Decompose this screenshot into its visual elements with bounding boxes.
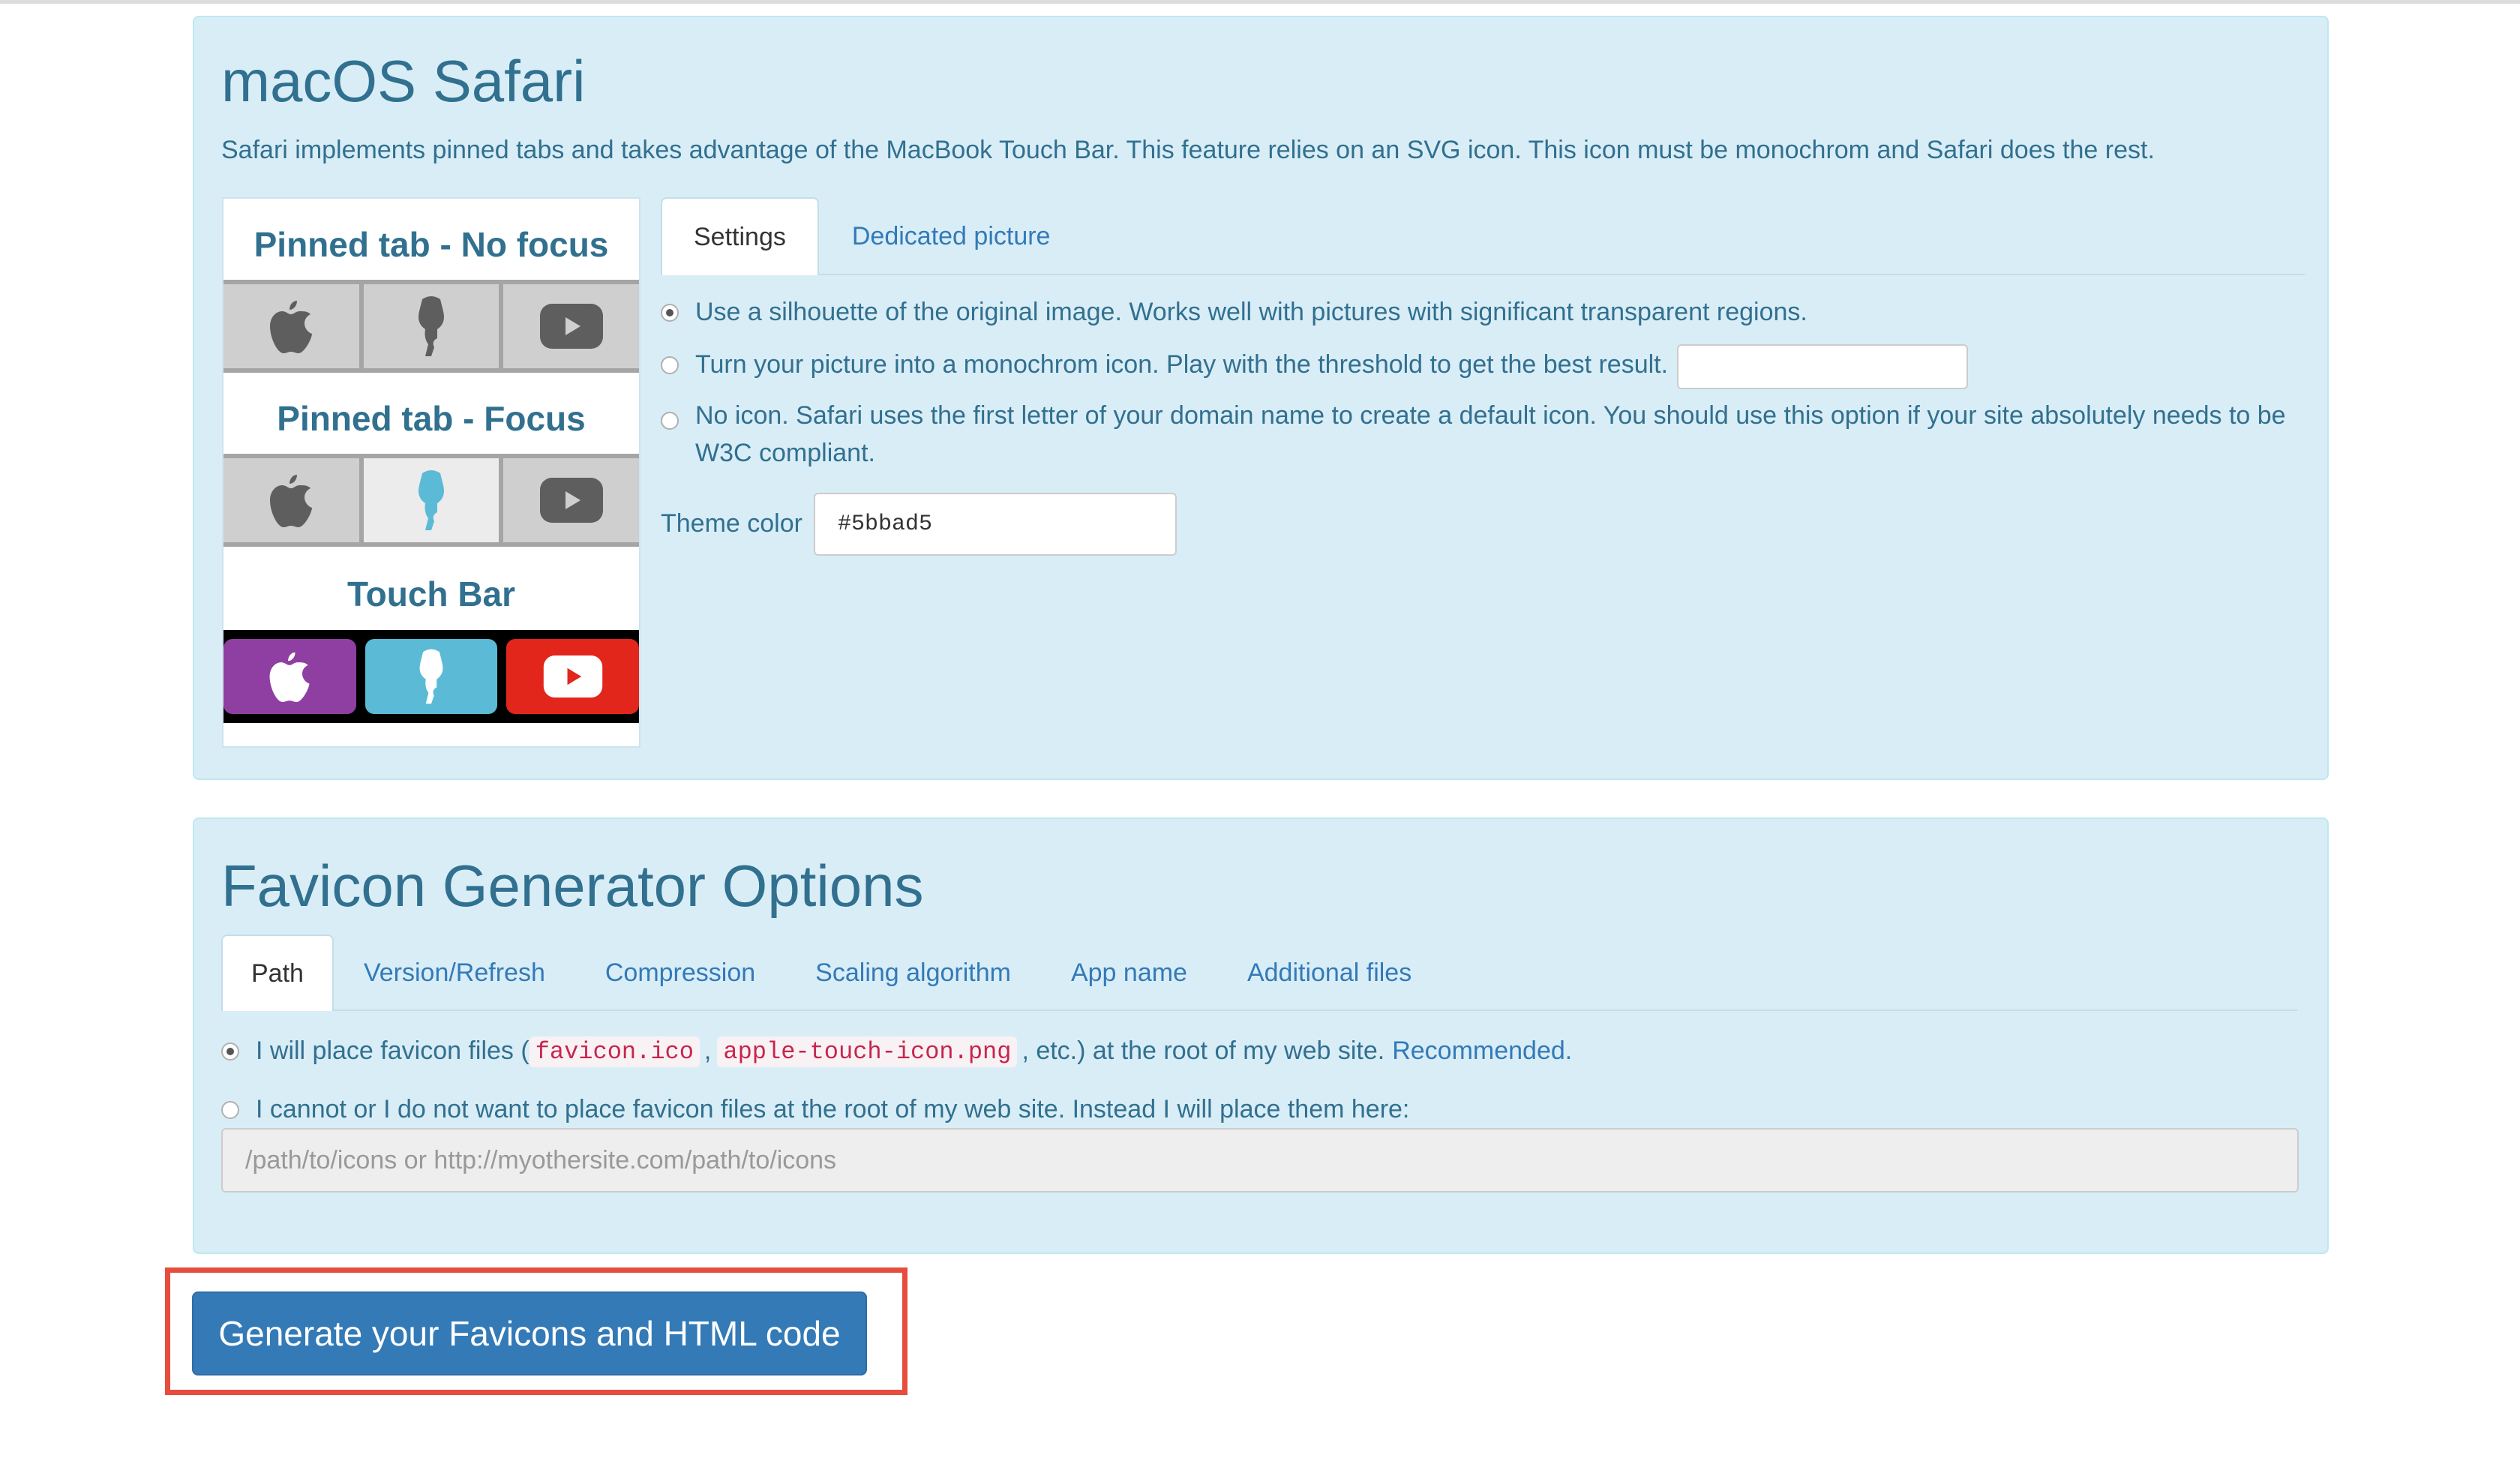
tab-settings[interactable]: Settings	[661, 197, 819, 275]
touch-bar-title: Touch Bar	[346, 574, 516, 614]
tab-app-name[interactable]: App name	[1041, 934, 1217, 1010]
option-silhouette-label: Use a silhouette of the original image. …	[695, 298, 1808, 326]
no-icon-radio[interactable]	[661, 412, 679, 430]
favicon-ico-code: favicon.ico	[529, 1036, 700, 1067]
tab-scaling-algorithm[interactable]: Scaling algorithm	[785, 934, 1041, 1010]
option-silhouette[interactable]: Use a silhouette of the original image. …	[661, 298, 2311, 327]
top-divider	[0, 0, 2520, 4]
pinned-focus-strip	[224, 454, 640, 547]
path-root-option[interactable]: I will place favicon files ( favicon.ico…	[221, 1036, 1572, 1067]
pinned-focus-title: Pinned tab - Focus	[277, 399, 586, 438]
threshold-input[interactable]	[1677, 344, 1969, 389]
favicon-options-panel: Favicon Generator Options Path Version/R…	[193, 818, 2329, 1254]
apple-icon	[224, 458, 359, 542]
touch-bar-strip	[224, 630, 640, 723]
option-monochrome[interactable]: Turn your picture into a monochrom icon.…	[661, 344, 2311, 389]
path-custom-radio[interactable]	[221, 1101, 239, 1119]
tab-dedicated-picture[interactable]: Dedicated picture	[819, 197, 1084, 274]
option-no-icon[interactable]: No icon. Safari uses the first letter of…	[661, 401, 2296, 472]
recommended-link[interactable]: Recommended.	[1392, 1036, 1572, 1066]
apple-touch-icon-code: apple-touch-icon.png	[717, 1036, 1018, 1067]
safari-panel: macOS Safari Safari implements pinned ta…	[193, 16, 2329, 780]
apple-icon	[224, 284, 359, 368]
path-custom-option[interactable]: I cannot or I do not want to place favic…	[221, 1095, 1409, 1124]
option-monochrome-label: Turn your picture into a monochrom icon.…	[695, 350, 1669, 379]
options-tabs: Path Version/Refresh Compression Scaling…	[221, 934, 2297, 1011]
safari-section-title: macOS Safari	[221, 48, 586, 114]
highlight-box	[165, 1268, 908, 1395]
tab-compression[interactable]: Compression	[575, 934, 785, 1010]
tab-path[interactable]: Path	[221, 934, 334, 1011]
options-section-title: Favicon Generator Options	[221, 853, 924, 919]
safari-preview: Pinned tab - No focus Pinned tab - Focus	[222, 197, 640, 748]
site-silhouette-icon	[363, 458, 500, 542]
silhouette-radio[interactable]	[661, 304, 679, 322]
pinned-no-focus-strip	[224, 280, 640, 373]
site-silhouette-icon	[363, 284, 500, 368]
youtube-icon	[503, 284, 640, 368]
youtube-icon	[506, 639, 640, 714]
tab-additional-files[interactable]: Additional files	[1217, 934, 1442, 1010]
tab-version-refresh[interactable]: Version/Refresh	[334, 934, 575, 1010]
safari-description: Safari implements pinned tabs and takes …	[221, 136, 2155, 164]
option-no-icon-label: No icon. Safari uses the first letter of…	[695, 401, 2286, 467]
path-root-separator: ,	[704, 1036, 712, 1065]
apple-icon	[224, 639, 356, 714]
pinned-no-focus-title: Pinned tab - No focus	[254, 225, 609, 264]
youtube-icon	[503, 458, 640, 542]
theme-color-input[interactable]: #5bbad5	[814, 493, 1177, 556]
site-silhouette-icon	[364, 639, 498, 714]
path-root-suffix: , etc.) at the root of my web site.	[1022, 1036, 1385, 1065]
path-root-prefix: I will place favicon files (	[256, 1036, 530, 1065]
safari-tabs: Settings Dedicated picture	[661, 197, 2305, 275]
path-root-radio[interactable]	[221, 1042, 239, 1060]
path-custom-label: I cannot or I do not want to place favic…	[256, 1095, 1410, 1124]
theme-color-label: Theme color	[661, 509, 802, 538]
icons-path-input[interactable]: /path/to/icons or http://myothersite.com…	[221, 1128, 2299, 1192]
monochrome-radio[interactable]	[661, 356, 679, 374]
